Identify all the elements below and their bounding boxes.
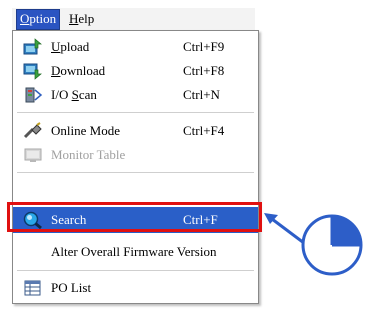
menu-separator xyxy=(17,270,254,271)
menu-bar: Option Help xyxy=(12,8,255,30)
option-dropdown-menu: Upload Ctrl+F9 Download Ctrl+F8 I/O Scan… xyxy=(12,30,259,304)
search-highlight-frame xyxy=(7,202,262,232)
menu-item-upload[interactable]: Upload Ctrl+F9 xyxy=(13,35,258,59)
menu-item-monitor-table[interactable]: Monitor Table xyxy=(13,143,258,167)
menu-item-upload-label: Upload xyxy=(51,39,90,54)
io-scan-icon xyxy=(23,86,43,104)
menu-help-accel: H xyxy=(69,11,79,26)
menu-item-monitor-table-label: Monitor Table xyxy=(51,147,126,162)
menu-item-alter-firmware[interactable]: Alter Overall Firmware Version xyxy=(13,240,258,264)
menu-item-po-list[interactable]: PO List xyxy=(13,276,258,300)
menu-option[interactable]: Option xyxy=(16,9,61,30)
menu-item-po-list-label: PO List xyxy=(51,280,92,295)
online-mode-icon xyxy=(23,122,43,140)
menu-separator xyxy=(17,172,254,173)
menu-help[interactable]: Help xyxy=(66,10,97,28)
monitor-table-icon xyxy=(23,146,43,164)
menu-item-download[interactable]: Download Ctrl+F8 xyxy=(13,59,258,83)
menu-option-accel: O xyxy=(20,11,30,26)
menu-separator xyxy=(17,112,254,113)
menu-item-online-mode-shortcut: Ctrl+F4 xyxy=(183,123,225,138)
menu-item-online-mode[interactable]: Online Mode Ctrl+F4 xyxy=(13,119,258,143)
menu-item-io-scan-label: I/O Scan xyxy=(51,87,97,102)
pie-callout-icon xyxy=(301,214,363,276)
menu-item-io-scan[interactable]: I/O Scan Ctrl+N xyxy=(13,83,258,107)
download-icon xyxy=(23,62,43,80)
menu-help-label: elp xyxy=(78,11,95,26)
menu-item-upload-shortcut: Ctrl+F9 xyxy=(183,39,225,54)
po-list-icon xyxy=(23,279,43,297)
menu-item-alter-firmware-label: Alter Overall Firmware Version xyxy=(51,244,217,259)
menu-item-download-shortcut: Ctrl+F8 xyxy=(183,63,225,78)
menu-item-io-scan-shortcut: Ctrl+N xyxy=(183,87,220,102)
upload-icon xyxy=(23,38,43,56)
menu-item-download-label: Download xyxy=(51,63,106,78)
menu-item-online-mode-label: Online Mode xyxy=(51,123,120,138)
menu-option-label: ption xyxy=(29,11,57,26)
